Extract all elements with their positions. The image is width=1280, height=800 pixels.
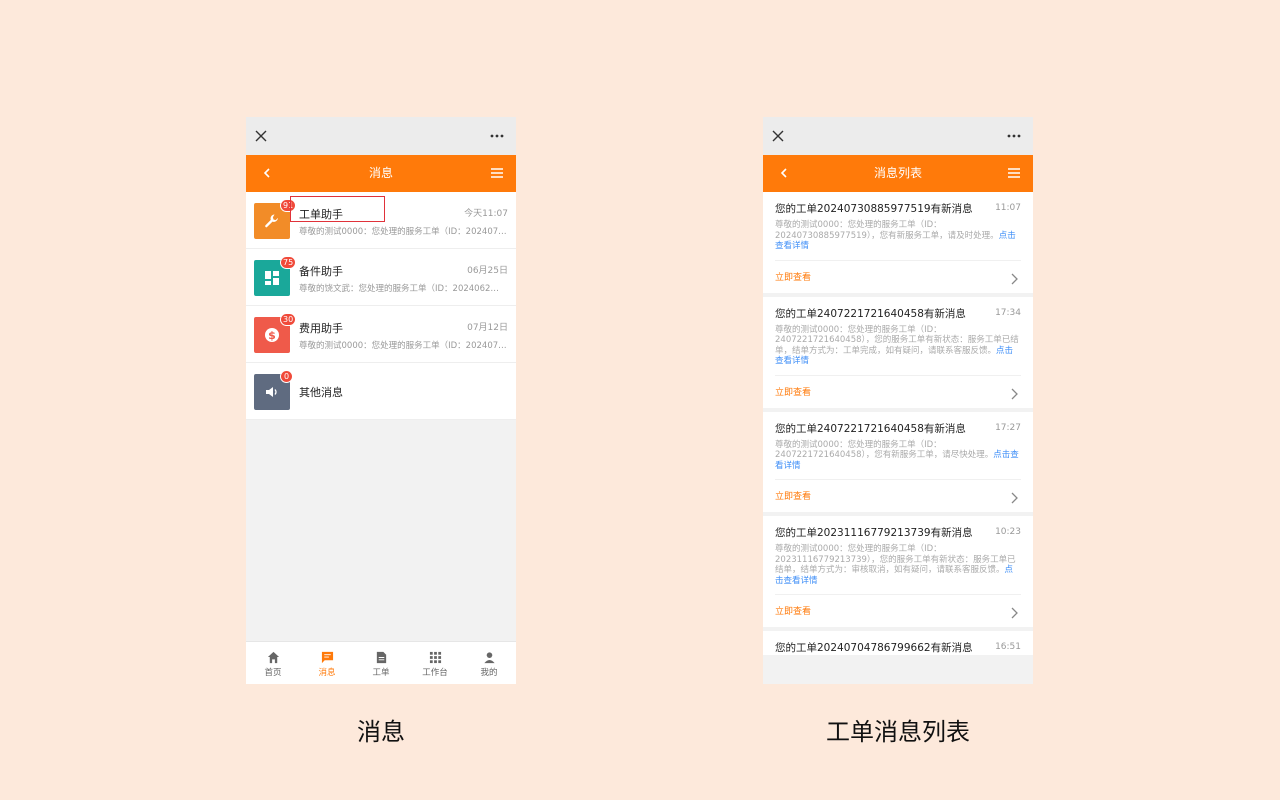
item-title: 其他消息 xyxy=(299,386,343,399)
document-icon xyxy=(376,651,386,664)
bottom-tab-bar: 首页 消息 工单 工作台 我的 xyxy=(246,641,516,684)
item-preview: 尊敬的测试0000：您处理的服务工单（ID：2024071… xyxy=(299,341,508,351)
item-time: 06月25日 xyxy=(467,266,508,276)
card-time: 17:27 xyxy=(995,422,1021,433)
list-item-other-messages[interactable]: 0 其他消息 xyxy=(246,363,516,420)
view-now-button[interactable]: 立即查看 xyxy=(775,604,811,617)
message-card[interactable]: 您的工单20240704786799662有新消息 16:51 xyxy=(763,631,1033,655)
card-body: 尊敬的测试0000：您处理的服务工单（ID：20240730885977519）… xyxy=(775,220,1021,261)
card-body-text: 尊敬的测试0000：您处理的服务工单（ID：2407221721640458），… xyxy=(775,324,1019,356)
card-time: 16:51 xyxy=(995,642,1021,652)
mini-program-bar xyxy=(246,117,516,155)
card-footer[interactable]: 立即查看 xyxy=(775,376,1021,408)
mini-program-bar xyxy=(763,117,1033,155)
message-card-list: 您的工单20240730885977519有新消息 11:07 尊敬的测试000… xyxy=(763,192,1033,659)
view-now-button[interactable]: 立即查看 xyxy=(775,489,811,502)
tab-label: 我的 xyxy=(480,668,498,678)
message-card[interactable]: 您的工单20231116779213739有新消息 10:23 尊敬的测试000… xyxy=(763,516,1033,627)
message-icon xyxy=(321,651,333,664)
message-card[interactable]: 您的工单2407221721640458有新消息 17:27 尊敬的测试0000… xyxy=(763,411,1033,512)
tab-label: 工单 xyxy=(372,668,390,678)
card-time: 11:07 xyxy=(995,203,1021,213)
item-preview: 尊敬的饶文武：您处理的服务工单（ID：2024062… xyxy=(299,284,499,294)
card-time: 17:34 xyxy=(995,307,1021,318)
home-icon xyxy=(267,651,279,664)
menu-icon[interactable] xyxy=(490,166,504,180)
card-body: 尊敬的测试0000：您处理的服务工单（ID：20231116779213739）… xyxy=(775,544,1021,595)
card-body: 尊敬的测试0000：您处理的服务工单（ID：2407221721640458），… xyxy=(775,439,1021,480)
chevron-right-icon xyxy=(1011,273,1018,284)
app-header: 消息 xyxy=(246,155,516,192)
unread-badge: 0 xyxy=(280,370,293,383)
card-title: 您的工单2407221721640458有新消息 xyxy=(775,307,966,320)
card-title: 您的工单2407221721640458有新消息 xyxy=(775,422,966,435)
highlight-annotation-box xyxy=(290,196,385,222)
page-title: 消息列表 xyxy=(873,166,922,180)
item-preview: 尊敬的测试0000：您处理的服务工单（ID：2024073088… xyxy=(299,227,508,237)
item-time: 07月12日 xyxy=(467,323,508,333)
view-now-button[interactable]: 立即查看 xyxy=(775,385,811,398)
page-title: 消息 xyxy=(368,166,393,180)
more-icon[interactable] xyxy=(1007,134,1021,138)
tab-workbench[interactable]: 工作台 xyxy=(408,642,462,684)
more-icon[interactable] xyxy=(490,134,504,138)
message-category-list: 91 工单助手 今天11:07 尊敬的测试0000：您处理的服务工单（ID：20… xyxy=(246,192,516,420)
caption-work-order-message-list: 工单消息列表 xyxy=(826,718,970,746)
message-list-screen: 消息列表 您的工单20240730885977519有新消息 11:07 尊敬的… xyxy=(763,117,1033,684)
tab-label: 首页 xyxy=(264,668,282,678)
close-icon[interactable] xyxy=(771,129,785,143)
view-now-button[interactable]: 立即查看 xyxy=(775,270,811,283)
item-title: 费用助手 xyxy=(299,322,343,335)
card-footer[interactable]: 立即查看 xyxy=(775,595,1021,627)
card-time: 10:23 xyxy=(995,527,1021,537)
svg-text:$: $ xyxy=(268,329,276,342)
chevron-right-icon xyxy=(1011,388,1018,399)
apps-grid-icon xyxy=(429,651,441,664)
list-item-spare-parts-assistant[interactable]: 75 备件助手 06月25日 尊敬的饶文武：您处理的服务工单（ID：202406… xyxy=(246,249,516,306)
user-icon xyxy=(483,652,495,664)
caption-messages: 消息 xyxy=(357,718,405,746)
card-title: 您的工单20240730885977519有新消息 xyxy=(775,203,973,215)
tab-profile[interactable]: 我的 xyxy=(462,642,516,684)
message-card[interactable]: 您的工单20240730885977519有新消息 11:07 尊敬的测试000… xyxy=(763,192,1033,293)
unread-badge: 75 xyxy=(280,256,297,269)
card-footer[interactable]: 立即查看 xyxy=(775,480,1021,512)
chevron-right-icon xyxy=(1011,492,1018,504)
menu-icon[interactable] xyxy=(1007,166,1021,180)
item-title: 备件助手 xyxy=(299,265,343,278)
tab-home[interactable]: 首页 xyxy=(246,642,300,684)
app-header: 消息列表 xyxy=(763,155,1033,192)
list-item-expense-assistant[interactable]: $ 30 费用助手 07月12日 尊敬的测试0000：您处理的服务工单（ID：2… xyxy=(246,306,516,363)
message-card[interactable]: 您的工单2407221721640458有新消息 17:34 尊敬的测试0000… xyxy=(763,296,1033,408)
messages-screen: 消息 91 工单助手 今天11:07 尊敬的测试0000：您处理的服务工单（ID… xyxy=(246,117,516,684)
card-title: 您的工单20240704786799662有新消息 xyxy=(775,642,973,654)
tab-label: 工作台 xyxy=(422,668,448,678)
chevron-right-icon xyxy=(1011,607,1018,619)
item-time: 今天11:07 xyxy=(464,209,508,219)
card-footer[interactable]: 立即查看 xyxy=(775,261,1021,293)
close-icon[interactable] xyxy=(254,129,268,143)
unread-badge: 30 xyxy=(280,313,297,326)
tab-messages[interactable]: 消息 xyxy=(300,642,354,684)
card-body-text: 尊敬的测试0000：您处理的服务工单（ID：20231116779213739）… xyxy=(775,544,1016,575)
card-title: 您的工单20231116779213739有新消息 xyxy=(775,527,973,539)
tab-label: 消息 xyxy=(318,668,336,678)
card-body-text: 尊敬的测试0000：您处理的服务工单（ID：2407221721640458），… xyxy=(775,439,994,461)
card-body: 尊敬的测试0000：您处理的服务工单（ID：2407221721640458），… xyxy=(775,325,1021,376)
tab-work-orders[interactable]: 工单 xyxy=(354,642,408,684)
card-body-text: 尊敬的测试0000：您处理的服务工单（ID：20240730885977519）… xyxy=(775,220,999,241)
